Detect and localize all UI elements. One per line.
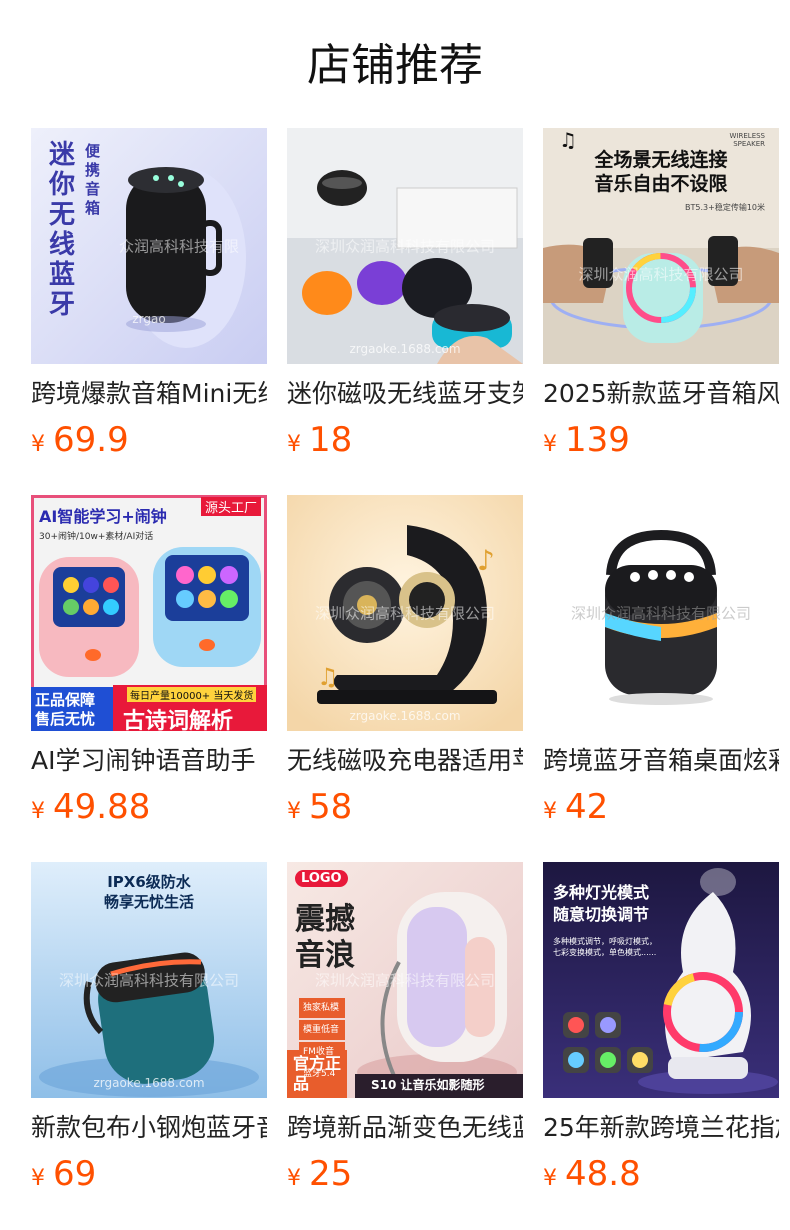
- image-caption: IPX6级防水 畅享无忧生活: [103, 873, 194, 911]
- product-card[interactable]: AI智能学习+闹钟 源头工厂 30+闹钟/10w+素材/AI对话 正品保障 售后无…: [31, 495, 267, 840]
- product-price: ¥42: [543, 786, 779, 828]
- product-image[interactable]: IPX6级防水 畅享无忧生活 深圳众润高科科技有限公司 zrgaoke.1688.…: [31, 862, 267, 1098]
- svg-text:♪: ♪: [477, 544, 495, 577]
- price-value: 48.8: [565, 1154, 641, 1194]
- price-value: 69: [53, 1154, 97, 1194]
- price-value: 69.9: [53, 420, 129, 460]
- product-price: ¥18: [287, 419, 523, 461]
- image-caption: 便携音箱: [85, 142, 101, 217]
- svg-text:♫: ♫: [317, 663, 339, 691]
- product-title[interactable]: 新款包布小钢炮蓝牙音箱: [31, 1111, 267, 1145]
- product-price: ¥69.9: [31, 419, 267, 461]
- product-price: ¥69: [31, 1153, 267, 1195]
- watermark: zrgao: [132, 312, 166, 326]
- product-image[interactable]: 多种灯光模式 随意切换调节 多种模式调节，呼吸灯模式， 七彩变换模式，单色模式...…: [543, 862, 779, 1098]
- image-caption: 多种灯光模式 随意切换调节: [553, 883, 650, 924]
- section-title: 店铺推荐: [307, 40, 483, 91]
- product-title[interactable]: AI学习闹钟语音助手: [31, 744, 267, 778]
- image-caption: S10 让音乐如影随形: [371, 1078, 485, 1092]
- product-price: ¥25: [287, 1153, 523, 1195]
- product-title[interactable]: 迷你磁吸无线蓝牙支架音箱: [287, 377, 523, 411]
- currency-symbol: ¥: [543, 432, 557, 457]
- product-image[interactable]: 深圳众润高科科技有限公司 zrgaoke.1688.com: [287, 128, 523, 364]
- product-title[interactable]: 跨境新品渐变色无线蓝牙: [287, 1111, 523, 1145]
- image-caption: AI智能学习+闹钟: [39, 507, 167, 526]
- product-card[interactable]: LOGO 震撼音浪 独家私模 模重低音 FM收音 蓝牙5.4 官方正品 S10 …: [287, 862, 523, 1207]
- currency-symbol: ¥: [287, 432, 301, 457]
- currency-symbol: ¥: [31, 799, 45, 824]
- product-card[interactable]: 深圳众润高科科技有限公司 zrgaoke.1688.com 迷你磁吸无线蓝牙支架…: [287, 128, 523, 473]
- image-caption: 全场景无线连接 音乐自由不设限: [594, 149, 728, 195]
- product-title[interactable]: 2025新款蓝牙音箱风扇: [543, 377, 779, 411]
- product-card[interactable]: 多种灯光模式 随意切换调节 多种模式调节，呼吸灯模式， 七彩变换模式，单色模式...…: [543, 862, 779, 1207]
- currency-symbol: ¥: [543, 1166, 557, 1191]
- price-value: 49.88: [53, 787, 151, 827]
- image-caption: WIRELESS SPEAKER: [729, 132, 765, 148]
- product-card[interactable]: ♫ WIRELESS SPEAKER 全场景无线连接 音乐自由不设限 BT5.3+稳…: [543, 128, 779, 473]
- currency-symbol: ¥: [31, 432, 45, 457]
- product-image[interactable]: AI智能学习+闹钟 源头工厂 30+闹钟/10w+素材/AI对话 正品保障 售后无…: [31, 495, 267, 731]
- product-price: ¥139: [543, 419, 779, 461]
- image-caption: 古诗词解析: [123, 709, 234, 731]
- product-card[interactable]: IPX6级防水 畅享无忧生活 深圳众润高科科技有限公司 zrgaoke.1688.…: [31, 862, 267, 1207]
- product-title[interactable]: 跨境蓝牙音箱桌面炫彩灯: [543, 744, 779, 778]
- product-image[interactable]: 迷你无线蓝牙 便携音箱 众润高科科技有限 zrgao: [31, 128, 267, 364]
- product-card[interactable]: 迷你无线蓝牙 便携音箱 众润高科科技有限 zrgao 跨境爆款音箱Mini无线蓝…: [31, 128, 267, 473]
- product-price: ¥48.8: [543, 1153, 779, 1195]
- product-image[interactable]: ♪ ♫ 深圳众润高科科技有限公司 zrgaoke.1688.com: [287, 495, 523, 731]
- currency-symbol: ¥: [543, 799, 557, 824]
- image-caption: 多种模式调节，呼吸灯模式， 七彩变换模式，单色模式......: [553, 937, 657, 957]
- image-caption: 每日产量10000+ 当天发货: [127, 687, 257, 702]
- currency-symbol: ¥: [287, 1166, 301, 1191]
- currency-symbol: ¥: [287, 799, 301, 824]
- image-caption: BT5.3+稳定传输10米: [685, 203, 765, 212]
- price-value: 25: [309, 1154, 353, 1194]
- product-price: ¥58: [287, 786, 523, 828]
- product-title[interactable]: 25年新款跨境兰花指加湿器: [543, 1111, 779, 1145]
- image-caption: 官方正品: [293, 1054, 342, 1093]
- image-caption: 正品保障 售后无忧: [35, 691, 96, 728]
- product-price: ¥49.88: [31, 786, 267, 828]
- image-caption: 迷你无线蓝牙: [49, 140, 76, 320]
- product-card[interactable]: ♪ ♫ 深圳众润高科科技有限公司 zrgaoke.1688.com 无线磁吸充电…: [287, 495, 523, 840]
- price-value: 139: [565, 420, 630, 460]
- product-title[interactable]: 无线磁吸充电器适用苹果: [287, 744, 523, 778]
- price-value: 18: [309, 420, 353, 460]
- image-caption: 30+闹钟/10w+素材/AI对话: [39, 532, 154, 542]
- watermark: zrgaoke.1688.com: [349, 342, 461, 356]
- product-image[interactable]: ♫ WIRELESS SPEAKER 全场景无线连接 音乐自由不设限 BT5.3+稳…: [543, 128, 779, 364]
- product-image[interactable]: 深圳众润高科科技有限公司: [543, 495, 779, 731]
- logo-badge: LOGO: [295, 870, 348, 887]
- watermark: zrgaoke.1688.com: [93, 1076, 205, 1090]
- image-caption: 源头工厂: [200, 497, 261, 516]
- image-caption: 震撼音浪: [295, 902, 355, 973]
- watermark: zrgaoke.1688.com: [349, 709, 461, 723]
- price-value: 58: [309, 787, 353, 827]
- product-card[interactable]: 深圳众润高科科技有限公司 跨境蓝牙音箱桌面炫彩灯 ¥42: [543, 495, 779, 840]
- product-image[interactable]: LOGO 震撼音浪 独家私模 模重低音 FM收音 蓝牙5.4 官方正品 S10 …: [287, 862, 523, 1098]
- currency-symbol: ¥: [31, 1166, 45, 1191]
- product-title[interactable]: 跨境爆款音箱Mini无线蓝牙小音箱: [31, 377, 267, 411]
- price-value: 42: [565, 787, 609, 827]
